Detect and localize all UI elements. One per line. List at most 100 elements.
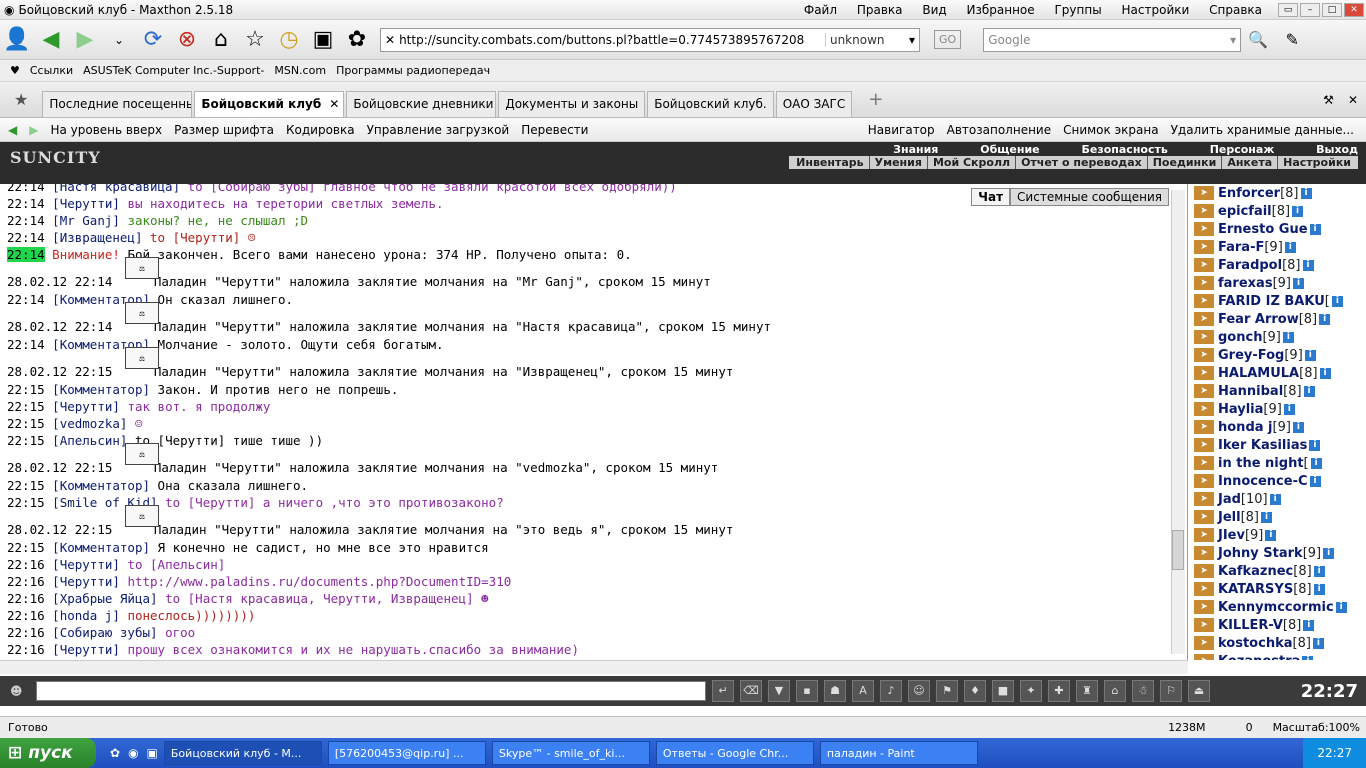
font-size-button[interactable]: Размер шрифта: [174, 123, 274, 137]
user-name[interactable]: Innocence-C: [1218, 474, 1308, 489]
address-bar[interactable]: ✕ http://suncity.combats.com/buttons.pl?…: [380, 27, 920, 52]
user-info-icon[interactable]: i: [1312, 637, 1324, 649]
menu-help[interactable]: Справка: [1209, 3, 1262, 17]
zoom-level[interactable]: Масштаб:100%: [1273, 721, 1360, 734]
user-private-icon[interactable]: ➤: [1194, 240, 1214, 254]
flag-icon[interactable]: ⚐: [1160, 680, 1182, 702]
filter-icon[interactable]: ▼: [768, 680, 790, 702]
user-name[interactable]: Jad: [1218, 492, 1241, 507]
user-name[interactable]: Kafkaznec: [1218, 564, 1293, 579]
restore-button[interactable]: ▭: [1278, 2, 1298, 17]
user-private-icon[interactable]: ➤: [1194, 564, 1214, 578]
user-list-item[interactable]: ➤ Kozanostrai: [1188, 652, 1366, 660]
user-private-icon[interactable]: ➤: [1194, 456, 1214, 470]
user-name[interactable]: honda j: [1218, 420, 1273, 435]
user-name[interactable]: Enforcer: [1218, 186, 1280, 201]
tab-recent[interactable]: Последние посещенные страницы: [42, 90, 193, 117]
user-name[interactable]: Haylia: [1218, 402, 1263, 417]
refresh-button[interactable]: ⟳: [138, 25, 168, 55]
user-info-icon[interactable]: i: [1309, 475, 1321, 487]
home-button[interactable]: ⌂: [206, 25, 236, 55]
quicklaunch-maxthon-icon[interactable]: ▣: [147, 746, 158, 760]
user-name[interactable]: KILLER-V: [1218, 618, 1283, 633]
game-menu-character[interactable]: Персонаж: [1210, 143, 1275, 156]
chat-nick[interactable]: [vedmozka]: [52, 416, 127, 431]
user-private-icon[interactable]: ➤: [1194, 510, 1214, 524]
chat-hscrollbar[interactable]: [0, 660, 1188, 674]
translate-button[interactable]: Перевести: [521, 123, 588, 137]
user-info-icon[interactable]: i: [1313, 583, 1325, 595]
close-tab-icon[interactable]: ✕: [329, 97, 339, 111]
user-private-icon[interactable]: ➤: [1194, 618, 1214, 632]
user-list-item[interactable]: ➤ Johny Stark [9] i: [1188, 544, 1366, 562]
clear-data-button[interactable]: Удалить хранимые данные...: [1171, 123, 1354, 137]
user-name[interactable]: Kennymccormic: [1218, 600, 1334, 615]
user-info-icon[interactable]: i: [1319, 367, 1331, 379]
user-icon[interactable]: 👤: [2, 25, 32, 55]
chat-nick[interactable]: [Комментатор]: [52, 540, 150, 555]
tab-zags[interactable]: ОАО ЗАГС: [775, 90, 853, 117]
go-button[interactable]: GO: [934, 30, 962, 49]
game-menu-communication[interactable]: Общение: [980, 143, 1039, 156]
user-private-icon[interactable]: ➤: [1194, 348, 1214, 362]
game-menu-inventory[interactable]: Инвентарь: [791, 156, 870, 169]
user-private-icon[interactable]: ➤: [1194, 294, 1214, 308]
user-name[interactable]: in the night: [1218, 456, 1304, 471]
menu-settings[interactable]: Настройки: [1122, 3, 1190, 17]
user-private-icon[interactable]: ➤: [1194, 204, 1214, 218]
user-private-icon[interactable]: ➤: [1194, 366, 1214, 380]
chat-nick[interactable]: [Извращенец]: [52, 230, 142, 245]
close-window-button[interactable]: ✕: [1344, 2, 1364, 17]
user-private-icon[interactable]: ➤: [1194, 492, 1214, 506]
tools-icon[interactable]: ⚒: [1323, 93, 1334, 107]
user-private-icon[interactable]: ➤: [1194, 600, 1214, 614]
user-list-item[interactable]: ➤ Kafkaznec [8] i: [1188, 562, 1366, 580]
user-name[interactable]: JIev: [1218, 528, 1245, 543]
user-name[interactable]: Hannibal: [1218, 384, 1283, 399]
menu-file[interactable]: Файл: [804, 3, 837, 17]
user-list-item[interactable]: ➤ Hannibal [8] i: [1188, 382, 1366, 400]
link-links[interactable]: Ссылки: [30, 64, 73, 77]
user-list-item[interactable]: ➤ Kennymccormic i: [1188, 598, 1366, 616]
game-menu-transfers[interactable]: Отчет о переводах: [1016, 156, 1148, 169]
user-name[interactable]: KATARSYS: [1218, 582, 1293, 597]
task-paint[interactable]: паладин - Paint: [819, 741, 978, 765]
quicklaunch-chrome-icon[interactable]: ◉: [128, 746, 138, 760]
link-radio[interactable]: Программы радиопередач: [336, 64, 490, 77]
user-name[interactable]: Fear Arrow: [1218, 312, 1299, 327]
start-button[interactable]: ⊞ пуск: [0, 738, 96, 768]
tab-documents[interactable]: Документы и законы: [498, 90, 646, 117]
user-list-item[interactable]: ➤ JIev [9] i: [1188, 526, 1366, 544]
user-info-icon[interactable]: i: [1309, 439, 1321, 451]
link-msn[interactable]: MSN.com: [274, 64, 326, 77]
close-all-icon[interactable]: ✕: [1348, 93, 1358, 107]
user-info-icon[interactable]: i: [1292, 205, 1304, 217]
user-list-item[interactable]: ➤ Haylia [9] i: [1188, 400, 1366, 418]
game-menu-profile[interactable]: Анкета: [1222, 156, 1279, 169]
user-list-item[interactable]: ➤ Innocence-C i: [1188, 472, 1366, 490]
chat-nick[interactable]: Внимание!: [52, 247, 120, 262]
task-combats[interactable]: Бойцовский клуб - M...: [163, 741, 322, 765]
user-private-icon[interactable]: ➤: [1194, 420, 1214, 434]
user-private-icon[interactable]: ➤: [1194, 312, 1214, 326]
search-input[interactable]: Google: [988, 33, 1230, 47]
disk-icon[interactable]: ▪: [796, 680, 818, 702]
highlight-icon[interactable]: ✎: [1277, 25, 1307, 55]
maximize-button[interactable]: □: [1322, 2, 1342, 17]
menu-edit[interactable]: Правка: [857, 3, 903, 17]
chat-nick[interactable]: [Черутти]: [52, 574, 120, 589]
autofill-button[interactable]: Автозаполнение: [947, 123, 1051, 137]
navigator-button[interactable]: Навигатор: [868, 123, 935, 137]
eraser-icon[interactable]: ⌫: [740, 680, 762, 702]
user-info-icon[interactable]: i: [1303, 385, 1315, 397]
menu-view[interactable]: Вид: [922, 3, 946, 17]
user-list-item[interactable]: ➤ FARID IZ BAKU[i: [1188, 292, 1366, 310]
save-page-button[interactable]: ▣: [308, 25, 338, 55]
clan-icon[interactable]: ⚑: [936, 680, 958, 702]
user-private-icon[interactable]: ➤: [1194, 474, 1214, 488]
user-info-icon[interactable]: i: [1300, 187, 1312, 199]
chat-nick[interactable]: [Черутти]: [52, 557, 120, 572]
user-list-item[interactable]: ➤ honda j [9] i: [1188, 418, 1366, 436]
user-private-icon[interactable]: ➤: [1194, 222, 1214, 236]
user-name[interactable]: farexas: [1218, 276, 1273, 291]
